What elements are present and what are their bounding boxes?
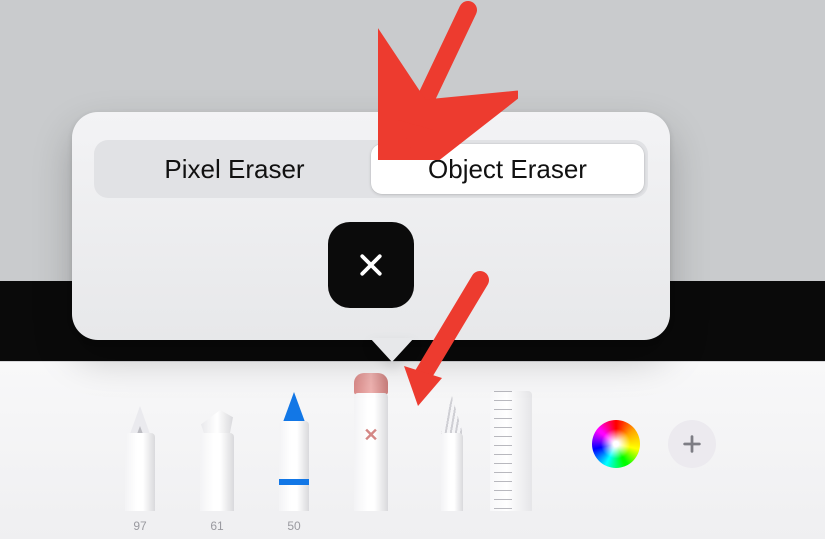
pencil-size-label: 50 bbox=[287, 519, 300, 533]
marker-tool[interactable]: 61 bbox=[187, 384, 247, 511]
close-icon bbox=[356, 250, 386, 280]
close-popover-button[interactable] bbox=[328, 222, 414, 308]
pixel-eraser-segment[interactable]: Pixel Eraser bbox=[98, 144, 371, 194]
marker-size-label: 61 bbox=[210, 519, 223, 533]
add-tool-button[interactable] bbox=[668, 420, 716, 468]
lasso-tool[interactable] bbox=[422, 384, 482, 511]
pencil-tool[interactable]: 50 bbox=[264, 384, 324, 511]
eraser-x-icon: ✕ bbox=[363, 425, 378, 446]
pen-size-label: 97 bbox=[133, 519, 146, 533]
tool-palette: 97 61 50 ✕ bbox=[0, 361, 825, 539]
color-picker[interactable] bbox=[592, 420, 640, 468]
plus-icon bbox=[681, 433, 703, 455]
eraser-options-popover: Pixel Eraser Object Eraser bbox=[72, 112, 670, 340]
object-eraser-segment[interactable]: Object Eraser bbox=[371, 144, 644, 194]
eraser-mode-segmented: Pixel Eraser Object Eraser bbox=[94, 140, 648, 198]
ruler-tool[interactable] bbox=[490, 384, 532, 511]
eraser-tool[interactable]: ✕ bbox=[341, 366, 401, 511]
pen-tool[interactable]: 97 bbox=[110, 384, 170, 511]
